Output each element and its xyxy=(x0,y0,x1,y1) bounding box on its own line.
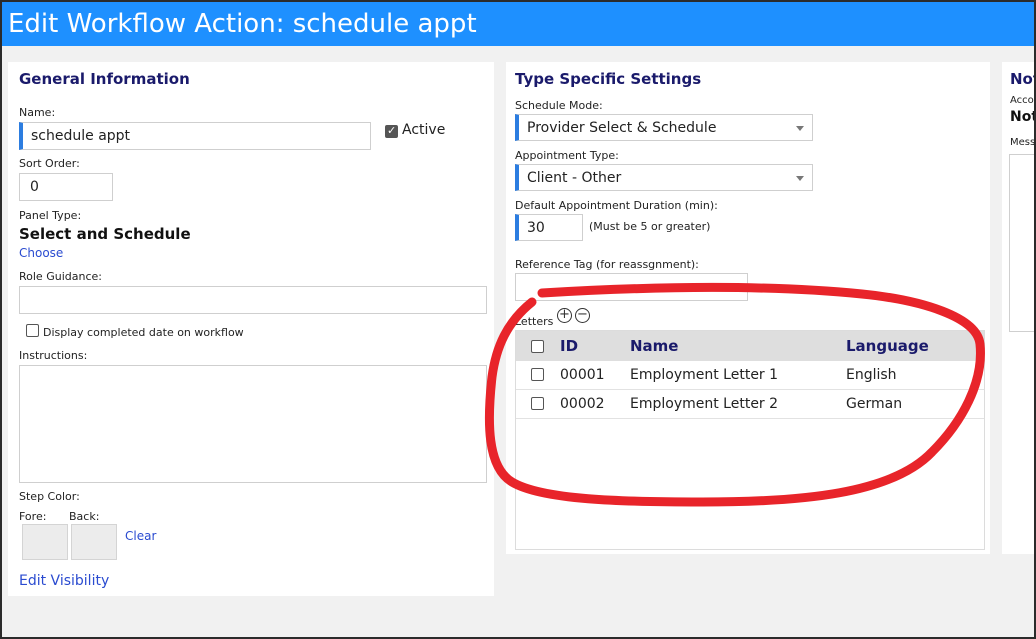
active-checkbox[interactable] xyxy=(385,124,398,138)
appointment-type-label: Appointment Type: xyxy=(515,149,619,162)
notification-heading: Not xyxy=(1010,70,1034,88)
letters-label: Letters xyxy=(515,315,554,328)
active-label: Active xyxy=(402,122,446,138)
sort-order-label: Sort Order: xyxy=(19,157,80,170)
window-frame: Edit Workflow Action: schedule appt Gene… xyxy=(0,0,1036,639)
instructions-label: Instructions: xyxy=(19,349,88,362)
sort-order-value: 0 xyxy=(30,179,39,195)
chevron-down-icon xyxy=(796,175,804,181)
fore-label: Fore: xyxy=(19,510,47,523)
name-input-value: schedule appt xyxy=(31,128,131,144)
letter-id: 00002 xyxy=(560,396,605,412)
message-textarea[interactable] xyxy=(1009,154,1034,332)
fore-color-swatch[interactable] xyxy=(22,524,68,560)
type-specific-panel: Type Specific Settings Schedule Mode: Pr… xyxy=(506,62,990,554)
back-label: Back: xyxy=(69,510,100,523)
select-all-letters-checkbox[interactable] xyxy=(531,340,544,353)
letter-language: English xyxy=(846,367,897,383)
account-label: Acco xyxy=(1010,95,1034,106)
letter-id: 00001 xyxy=(560,367,605,383)
role-guidance-input[interactable] xyxy=(19,286,487,314)
clear-link[interactable]: Clear xyxy=(125,529,156,543)
column-header-name[interactable]: Name xyxy=(630,331,678,361)
general-information-panel: General Information Name: schedule appt … xyxy=(8,62,494,596)
name-label: Name: xyxy=(19,106,56,119)
table-row[interactable]: 00001 Employment Letter 1 English xyxy=(516,361,984,390)
notification-panel: Not Acco Not Mess xyxy=(1002,62,1036,554)
schedule-mode-label: Schedule Mode: xyxy=(515,99,603,112)
column-header-id[interactable]: ID xyxy=(560,331,578,361)
instructions-textarea[interactable] xyxy=(19,365,487,483)
letters-table: ID Name Language 00001 Employment Letter… xyxy=(515,330,985,550)
appointment-type-select[interactable]: Client - Other xyxy=(515,164,813,191)
message-label: Mess xyxy=(1010,137,1036,148)
table-row[interactable]: 00002 Employment Letter 2 German xyxy=(516,390,984,419)
add-letter-icon[interactable]: + xyxy=(557,308,572,323)
display-completed-label: Display completed date on workflow xyxy=(43,326,244,339)
panel-type-label: Panel Type: xyxy=(19,209,82,222)
type-specific-heading: Type Specific Settings xyxy=(515,70,702,88)
chevron-down-icon xyxy=(796,125,804,131)
column-header-language[interactable]: Language xyxy=(846,331,929,361)
general-information-heading: General Information xyxy=(19,70,190,88)
step-color-label: Step Color: xyxy=(19,490,80,503)
row-checkbox[interactable] xyxy=(531,368,544,381)
schedule-mode-value: Provider Select & Schedule xyxy=(527,119,717,136)
name-input[interactable]: schedule appt xyxy=(19,122,371,150)
window-title: Edit Workflow Action: schedule appt xyxy=(2,2,1034,46)
row-checkbox[interactable] xyxy=(531,397,544,410)
display-completed-checkbox[interactable] xyxy=(26,324,39,337)
letter-name: Employment Letter 2 xyxy=(630,396,779,412)
back-color-swatch[interactable] xyxy=(71,524,117,560)
appointment-type-value: Client - Other xyxy=(527,169,622,186)
role-guidance-label: Role Guidance: xyxy=(19,270,102,283)
choose-link[interactable]: Choose xyxy=(19,246,63,260)
panel-type-value: Select and Schedule xyxy=(19,225,191,243)
duration-value: 30 xyxy=(527,219,545,236)
edit-visibility-link[interactable]: Edit Visibility xyxy=(19,573,109,589)
remove-letter-icon[interactable]: − xyxy=(575,308,590,323)
duration-note: (Must be 5 or greater) xyxy=(589,220,711,233)
notification-value: Not xyxy=(1010,109,1036,125)
sort-order-input[interactable]: 0 xyxy=(19,173,113,201)
letters-table-header: ID Name Language xyxy=(516,331,984,361)
schedule-mode-select[interactable]: Provider Select & Schedule xyxy=(515,114,813,141)
reference-tag-input[interactable] xyxy=(515,273,748,301)
letter-name: Employment Letter 1 xyxy=(630,367,779,383)
letter-language: German xyxy=(846,396,903,412)
reference-tag-label: Reference Tag (for reassgnment): xyxy=(515,258,699,271)
duration-input[interactable]: 30 xyxy=(515,214,583,241)
duration-label: Default Appointment Duration (min): xyxy=(515,199,718,212)
